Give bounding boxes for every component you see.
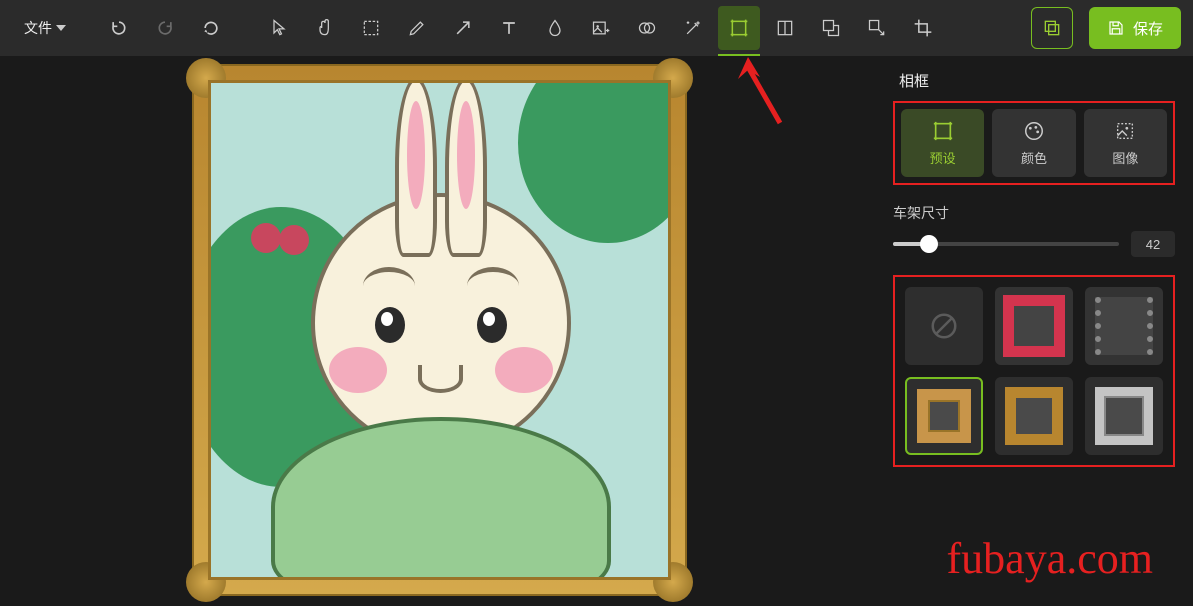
- preset-wood[interactable]: [995, 377, 1073, 455]
- crop-tool[interactable]: [902, 6, 944, 50]
- frame-size-value[interactable]: 42: [1131, 231, 1175, 257]
- panel-title: 相框: [893, 70, 1175, 91]
- reset-icon: [201, 18, 221, 38]
- frame-icon: [729, 18, 749, 38]
- main-toolbar: 文件 保存: [0, 0, 1193, 56]
- pointer-icon: [269, 18, 289, 38]
- image-plus-icon: [591, 18, 611, 38]
- crop-icon: [913, 18, 933, 38]
- redo-icon: [155, 18, 175, 38]
- magic-wand-icon: [683, 18, 703, 38]
- frame-size-label: 车架尺寸: [893, 203, 1175, 223]
- resize-tool[interactable]: [856, 6, 898, 50]
- save-button[interactable]: 保存: [1089, 7, 1181, 49]
- mode-color-label: 颜色: [1021, 148, 1047, 167]
- frame-size-slider-row: 42: [893, 231, 1175, 257]
- frame-tool[interactable]: [718, 6, 760, 50]
- image-adjust-tool[interactable]: [580, 6, 622, 50]
- file-menu[interactable]: 文件: [12, 12, 78, 44]
- text-icon: [499, 18, 519, 38]
- resize-icon: [867, 18, 887, 38]
- preset-gold[interactable]: [905, 377, 983, 455]
- hand-icon: [315, 18, 335, 38]
- pencil-icon: [407, 18, 427, 38]
- preset-film[interactable]: [1085, 287, 1163, 365]
- frame-panel: 相框 预设 颜色 图像 车架尺寸 42: [879, 56, 1193, 606]
- palette-icon: [1023, 120, 1045, 142]
- preset-none[interactable]: [905, 287, 983, 365]
- mode-selector: 预设 颜色 图像: [893, 101, 1175, 185]
- none-icon: [929, 311, 959, 341]
- layers-tool[interactable]: [810, 6, 852, 50]
- arrow-diag-icon: [453, 18, 473, 38]
- file-menu-label: 文件: [24, 18, 52, 38]
- reset-button[interactable]: [190, 6, 232, 50]
- split-icon: [775, 18, 795, 38]
- blur-tool[interactable]: [534, 6, 576, 50]
- mode-image[interactable]: 图像: [1084, 109, 1167, 177]
- watermark-text: fubaya.com: [947, 533, 1153, 584]
- preset-mode-icon: [932, 120, 954, 142]
- droplet-icon: [545, 18, 565, 38]
- pencil-tool[interactable]: [396, 6, 438, 50]
- overlay-tool[interactable]: [626, 6, 668, 50]
- undo-button[interactable]: [98, 6, 140, 50]
- layers-icon: [821, 18, 841, 38]
- canvas-area[interactable]: [0, 56, 879, 606]
- frame-size-slider[interactable]: [893, 242, 1119, 246]
- mode-preset[interactable]: 预设: [901, 109, 984, 177]
- image-mode-icon: [1114, 120, 1136, 142]
- save-icon: [1107, 19, 1125, 37]
- canvas-image: [192, 64, 687, 596]
- preset-grid: [893, 275, 1175, 467]
- mode-color[interactable]: 颜色: [992, 109, 1075, 177]
- redo-button[interactable]: [144, 6, 186, 50]
- undo-icon: [109, 18, 129, 38]
- copy-button[interactable]: [1031, 7, 1073, 49]
- hand-tool[interactable]: [304, 6, 346, 50]
- chevron-down-icon: [56, 25, 66, 31]
- arrow-tool[interactable]: [442, 6, 484, 50]
- marquee-icon: [361, 18, 381, 38]
- preset-rose[interactable]: [995, 287, 1073, 365]
- save-label: 保存: [1133, 18, 1163, 39]
- copy-icon: [1042, 18, 1062, 38]
- marquee-tool[interactable]: [350, 6, 392, 50]
- preset-silver[interactable]: [1085, 377, 1163, 455]
- mode-image-label: 图像: [1112, 148, 1138, 167]
- mode-preset-label: 预设: [930, 148, 956, 167]
- text-tool[interactable]: [488, 6, 530, 50]
- slider-thumb[interactable]: [920, 235, 938, 253]
- magic-tool[interactable]: [672, 6, 714, 50]
- split-tool[interactable]: [764, 6, 806, 50]
- pointer-tool[interactable]: [258, 6, 300, 50]
- overlap-circles-icon: [637, 18, 657, 38]
